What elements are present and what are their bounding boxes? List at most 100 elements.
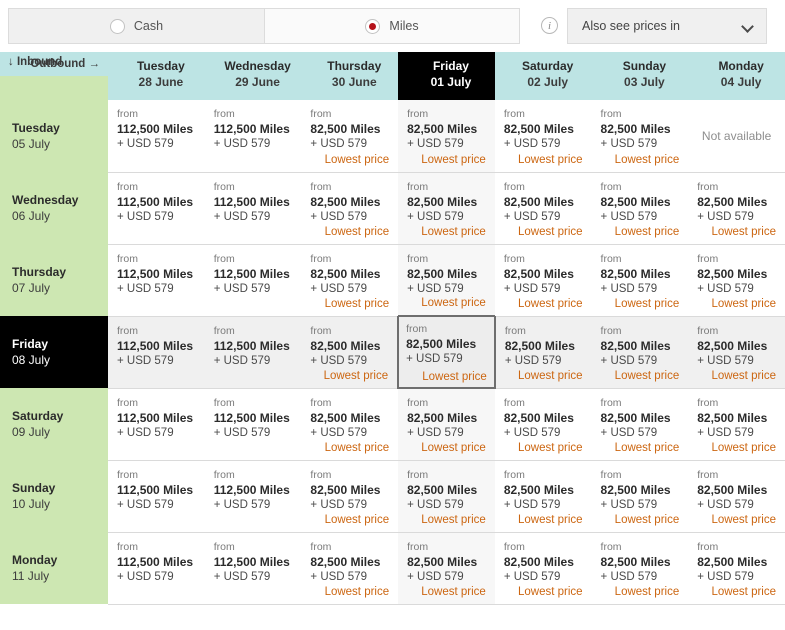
row-header-0[interactable]: Tuesday05 July xyxy=(0,100,108,172)
price-cell[interactable]: from82,500 Miles+ USD 579Lowest price xyxy=(301,460,398,532)
price-cell[interactable]: from82,500 Miles+ USD 579Lowest price xyxy=(592,316,689,388)
price-from-label: from xyxy=(310,325,388,338)
column-header-6[interactable]: Monday04 July xyxy=(688,52,785,100)
price-miles-value: 82,500 Miles xyxy=(505,338,583,354)
price-cell[interactable]: from112,500 Miles+ USD 579 xyxy=(108,316,205,388)
price-from-label: from xyxy=(601,469,680,482)
price-miles-value: 112,500 Miles xyxy=(117,554,196,570)
radio-unselected-icon[interactable] xyxy=(110,19,125,34)
price-cell[interactable]: from82,500 Miles+ USD 579Lowest price xyxy=(398,388,495,460)
price-cell[interactable]: from82,500 Miles+ USD 579Lowest price xyxy=(592,100,689,172)
row-header-3[interactable]: Friday08 July xyxy=(0,316,108,388)
price-cell[interactable]: from82,500 Miles+ USD 579Lowest price xyxy=(688,532,785,604)
price-cell[interactable]: from82,500 Miles+ USD 579Lowest price xyxy=(495,100,592,172)
price-cell[interactable]: from82,500 Miles+ USD 579Lowest price xyxy=(398,316,495,388)
lowest-price-badge: Lowest price xyxy=(422,371,487,383)
radio-selected-icon[interactable] xyxy=(365,19,380,34)
price-cell[interactable]: from82,500 Miles+ USD 579Lowest price xyxy=(495,244,592,316)
price-cell[interactable]: from112,500 Miles+ USD 579 xyxy=(205,100,302,172)
price-from-label: from xyxy=(601,397,680,410)
price-cell[interactable]: from82,500 Miles+ USD 579Lowest price xyxy=(688,316,785,388)
price-cell[interactable]: from82,500 Miles+ USD 579Lowest price xyxy=(688,460,785,532)
price-miles-value: 82,500 Miles xyxy=(504,194,583,210)
price-cell[interactable]: from112,500 Miles+ USD 579 xyxy=(205,532,302,604)
price-cell[interactable]: from82,500 Miles+ USD 579Lowest price xyxy=(688,388,785,460)
price-cash-surcharge: + USD 579 xyxy=(505,354,583,369)
also-see-prices-in-dropdown[interactable]: Also see prices in xyxy=(567,8,767,44)
price-cash-surcharge: + USD 579 xyxy=(601,282,680,297)
price-cash-surcharge: + USD 579 xyxy=(214,498,293,513)
price-cell[interactable]: from82,500 Miles+ USD 579Lowest price xyxy=(398,100,495,172)
column-header-date: 01 July xyxy=(407,74,495,90)
price-cell[interactable]: from82,500 Miles+ USD 579Lowest price xyxy=(301,244,398,316)
price-cell[interactable]: from112,500 Miles+ USD 579 xyxy=(205,388,302,460)
price-from-label: from xyxy=(310,397,389,410)
price-from-label: from xyxy=(407,253,486,266)
price-from-label: from xyxy=(406,323,487,336)
lowest-price-badge: Lowest price xyxy=(518,370,583,382)
price-cell[interactable]: from112,500 Miles+ USD 579 xyxy=(205,316,302,388)
price-miles-value: 112,500 Miles xyxy=(214,121,293,137)
price-cell[interactable]: from82,500 Miles+ USD 579Lowest price xyxy=(398,244,495,316)
price-cell[interactable]: from82,500 Miles+ USD 579Lowest price xyxy=(688,244,785,316)
row-header-5[interactable]: Sunday10 July xyxy=(0,460,108,532)
row-header-1[interactable]: Wednesday06 July xyxy=(0,172,108,244)
price-cell[interactable]: from112,500 Miles+ USD 579 xyxy=(108,100,205,172)
price-cell[interactable]: from82,500 Miles+ USD 579Lowest price xyxy=(495,172,592,244)
price-mode-option-miles[interactable]: Miles xyxy=(264,9,519,43)
price-cell[interactable]: from112,500 Miles+ USD 579 xyxy=(108,244,205,316)
row-header-day: Sunday xyxy=(12,480,55,496)
price-cell[interactable]: from82,500 Miles+ USD 579Lowest price xyxy=(592,460,689,532)
price-cell[interactable]: from82,500 Miles+ USD 579Lowest price xyxy=(398,172,495,244)
matrix-row: Sunday10 Julyfrom112,500 Miles+ USD 579f… xyxy=(0,460,785,532)
matrix-body: Tuesday05 Julyfrom112,500 Miles+ USD 579… xyxy=(0,100,785,604)
column-header-3[interactable]: Friday01 July xyxy=(398,52,495,100)
price-cell[interactable]: from82,500 Miles+ USD 579Lowest price xyxy=(301,316,398,388)
price-cell[interactable]: from82,500 Miles+ USD 579Lowest price xyxy=(301,100,398,172)
price-cash-surcharge: + USD 579 xyxy=(601,570,680,585)
price-cell[interactable]: from112,500 Miles+ USD 579 xyxy=(205,244,302,316)
column-header-2[interactable]: Thursday30 June xyxy=(301,52,398,100)
row-header-day: Thursday xyxy=(12,264,66,280)
price-cell[interactable]: from82,500 Miles+ USD 579Lowest price xyxy=(495,388,592,460)
row-header-date: 06 July xyxy=(12,208,78,224)
price-cell[interactable]: from82,500 Miles+ USD 579Lowest price xyxy=(592,172,689,244)
price-cell[interactable]: from82,500 Miles+ USD 579Lowest price xyxy=(592,532,689,604)
price-mode-label-miles: Miles xyxy=(389,20,418,33)
lowest-price-badge: Lowest price xyxy=(421,442,486,454)
price-cell[interactable]: from112,500 Miles+ USD 579 xyxy=(205,460,302,532)
lowest-price-badge: Lowest price xyxy=(421,297,486,309)
price-cell[interactable]: from82,500 Miles+ USD 579Lowest price xyxy=(495,532,592,604)
price-cell[interactable]: from112,500 Miles+ USD 579 xyxy=(108,532,205,604)
price-from-label: from xyxy=(697,325,776,338)
column-header-0[interactable]: Tuesday28 June xyxy=(108,52,205,100)
price-cell[interactable]: from82,500 Miles+ USD 579Lowest price xyxy=(495,316,592,388)
column-header-5[interactable]: Sunday03 July xyxy=(592,52,689,100)
row-header-4[interactable]: Saturday09 July xyxy=(0,388,108,460)
column-header-4[interactable]: Saturday02 July xyxy=(495,52,592,100)
column-header-1[interactable]: Wednesday29 June xyxy=(205,52,302,100)
price-cell[interactable]: from112,500 Miles+ USD 579 xyxy=(108,172,205,244)
price-cell[interactable]: from82,500 Miles+ USD 579Lowest price xyxy=(688,172,785,244)
price-cell[interactable]: from112,500 Miles+ USD 579 xyxy=(205,172,302,244)
price-cell[interactable]: from82,500 Miles+ USD 579Lowest price xyxy=(592,244,689,316)
price-cash-surcharge: + USD 579 xyxy=(310,426,389,441)
row-header-6[interactable]: Monday11 July xyxy=(0,532,108,604)
price-miles-value: 112,500 Miles xyxy=(117,482,196,498)
price-cell[interactable]: from82,500 Miles+ USD 579Lowest price xyxy=(301,172,398,244)
price-cell[interactable]: from82,500 Miles+ USD 579Lowest price xyxy=(495,460,592,532)
info-icon[interactable]: i xyxy=(541,17,558,34)
price-cell[interactable]: from82,500 Miles+ USD 579Lowest price xyxy=(301,532,398,604)
price-miles-value: 82,500 Miles xyxy=(406,336,487,352)
price-cash-surcharge: + USD 579 xyxy=(117,282,196,297)
matrix-row: Wednesday06 Julyfrom112,500 Miles+ USD 5… xyxy=(0,172,785,244)
row-header-day: Monday xyxy=(12,552,57,568)
price-cell[interactable]: from82,500 Miles+ USD 579Lowest price xyxy=(592,388,689,460)
price-cell[interactable]: from112,500 Miles+ USD 579 xyxy=(108,460,205,532)
price-cell[interactable]: from82,500 Miles+ USD 579Lowest price xyxy=(398,460,495,532)
row-header-2[interactable]: Thursday07 July xyxy=(0,244,108,316)
price-cell[interactable]: from82,500 Miles+ USD 579Lowest price xyxy=(301,388,398,460)
price-cell[interactable]: from112,500 Miles+ USD 579 xyxy=(108,388,205,460)
price-mode-option-cash[interactable]: Cash xyxy=(9,9,264,43)
price-cell[interactable]: from82,500 Miles+ USD 579Lowest price xyxy=(398,532,495,604)
